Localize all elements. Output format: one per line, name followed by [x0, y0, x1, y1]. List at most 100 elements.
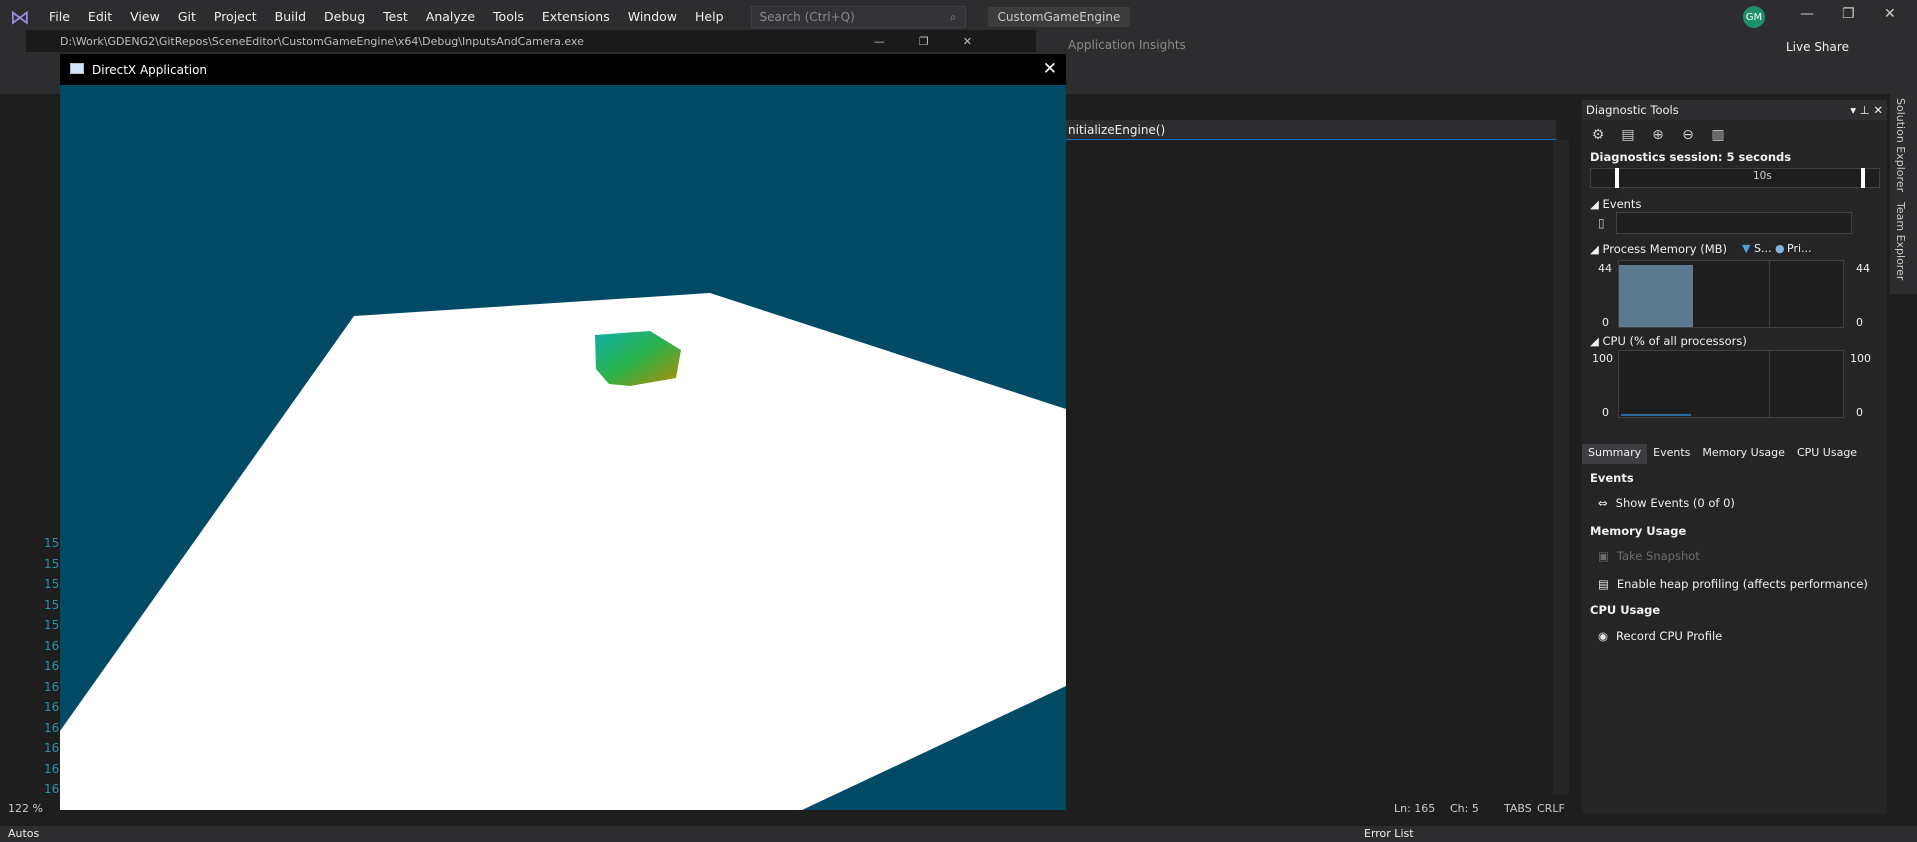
- cpu-min-label-right: 0: [1856, 406, 1863, 419]
- events-icon: ⇔: [1598, 496, 1608, 510]
- avatar[interactable]: GM: [1743, 6, 1765, 28]
- memory-chart[interactable]: [1618, 260, 1844, 328]
- tab-events[interactable]: Events: [1647, 444, 1696, 464]
- menu-window[interactable]: Window: [619, 0, 686, 34]
- menu-debug[interactable]: Debug: [315, 0, 374, 34]
- line-number: 16: [44, 679, 60, 694]
- events-track[interactable]: [1616, 212, 1852, 234]
- diagnostic-toolbar: ⚙ ▤ ⊕ ⊖ ▥: [1582, 122, 1887, 148]
- line-number: 15: [44, 536, 60, 550]
- status-column: Ch: 5: [1450, 802, 1479, 815]
- directx-window[interactable]: DirectX Application ✕: [60, 54, 1066, 810]
- vertical-tool-tabs: Solution Explorer Team Explorer: [1890, 94, 1917, 294]
- line-number: 16: [44, 761, 60, 776]
- member-navigation-dropdown[interactable]: nitializeEngine(): [1066, 120, 1556, 140]
- error-list-panel-title[interactable]: Error List: [1364, 827, 1414, 840]
- menu-analyze[interactable]: Analyze: [417, 0, 484, 34]
- timeline-start-handle[interactable]: [1615, 168, 1619, 188]
- minimize-icon[interactable]: —: [1800, 6, 1814, 22]
- heap-profiling-button[interactable]: ▤ Enable heap profiling (affects perform…: [1598, 577, 1868, 591]
- search-input[interactable]: Search (Ctrl+Q) ⌕: [750, 6, 966, 28]
- application-insights-button[interactable]: Application Insights: [1068, 38, 1186, 52]
- search-placeholder: Search (Ctrl+Q): [759, 10, 855, 24]
- console-window-controls-icon[interactable]: —❐✕: [874, 35, 1006, 48]
- menu-build[interactable]: Build: [266, 0, 315, 34]
- take-snapshot-label: Take Snapshot: [1616, 549, 1700, 563]
- menu-git[interactable]: Git: [169, 0, 205, 34]
- timeline-ruler[interactable]: 10s: [1590, 168, 1880, 188]
- maximize-icon[interactable]: ❐: [1842, 6, 1855, 22]
- memory-max-label: 44: [1598, 262, 1612, 275]
- zoom-level[interactable]: 122 %: [8, 802, 43, 815]
- memory-legend-snapshot: S...: [1754, 242, 1772, 255]
- code-editor[interactable]: [1066, 94, 1569, 814]
- status-indent[interactable]: TABS: [1504, 802, 1532, 815]
- memory-private-legend-icon: ●: [1775, 242, 1785, 255]
- settings-icon[interactable]: ⚙: [1588, 125, 1608, 145]
- summary-memory-heading: Memory Usage: [1590, 524, 1687, 538]
- cpu-max-label-right: 100: [1850, 352, 1871, 365]
- tab-cpu-usage[interactable]: CPU Usage: [1791, 444, 1863, 464]
- show-events-label: Show Events (0 of 0): [1615, 496, 1735, 510]
- tab-team-explorer[interactable]: Team Explorer: [1894, 202, 1907, 280]
- menu-extensions[interactable]: Extensions: [533, 0, 619, 34]
- memory-snapshot-legend-icon: ▼: [1742, 242, 1751, 255]
- menu-edit[interactable]: Edit: [79, 0, 121, 34]
- live-share-button[interactable]: Live Share: [1786, 40, 1849, 54]
- session-duration: Diagnostics session: 5 seconds: [1590, 150, 1792, 164]
- console-window-titlebar[interactable]: D:\Work\GDENG2\GitRepos\SceneEditor\Cust…: [26, 30, 1036, 52]
- record-icon: ◉: [1598, 629, 1609, 643]
- line-number: 16: [44, 659, 60, 673]
- record-cpu-label: Record CPU Profile: [1616, 629, 1723, 643]
- events-track-label[interactable]: ◢ Events: [1590, 197, 1641, 211]
- line-number: 15: [44, 556, 60, 571]
- memory-min-label: 0: [1602, 316, 1609, 329]
- menu-tools[interactable]: Tools: [484, 0, 533, 34]
- take-snapshot-button[interactable]: ▣ Take Snapshot: [1598, 549, 1700, 563]
- line-number: 15: [44, 618, 60, 632]
- close-icon[interactable]: ✕: [1884, 6, 1896, 22]
- process-memory-label[interactable]: ◢ Process Memory (MB): [1590, 242, 1727, 256]
- save-icon[interactable]: ▤: [1618, 125, 1638, 145]
- tab-solution-explorer[interactable]: Solution Explorer: [1894, 98, 1907, 192]
- line-number: 16: [44, 638, 60, 653]
- menu-test[interactable]: Test: [374, 0, 417, 34]
- line-number: 15: [44, 597, 60, 612]
- zoom-out-icon[interactable]: ⊖: [1678, 125, 1698, 145]
- menu-project[interactable]: Project: [205, 0, 266, 34]
- zoom-in-icon[interactable]: ⊕: [1648, 125, 1668, 145]
- memory-max-label-right: 44: [1856, 262, 1870, 275]
- console-path: D:\Work\GDENG2\GitRepos\SceneEditor\Cust…: [60, 34, 584, 48]
- cpu-label[interactable]: ◢ CPU (% of all processors): [1590, 334, 1747, 348]
- autos-panel-title[interactable]: Autos: [8, 827, 39, 840]
- timeline-end-handle[interactable]: [1861, 168, 1865, 188]
- diagnostic-tools-header: Diagnostic Tools ▾ ⊥ ✕: [1582, 100, 1887, 120]
- heap-profiling-label: Enable heap profiling (affects performan…: [1616, 577, 1868, 591]
- directx-window-title: DirectX Application: [92, 62, 208, 77]
- line-number: 16: [44, 782, 60, 796]
- record-cpu-profile-button[interactable]: ◉ Record CPU Profile: [1598, 629, 1722, 643]
- cpu-chart[interactable]: [1618, 350, 1844, 418]
- tab-memory-usage[interactable]: Memory Usage: [1696, 444, 1791, 464]
- editor-scrollbar[interactable]: [1553, 140, 1569, 795]
- tab-summary[interactable]: Summary: [1582, 444, 1648, 464]
- app-window-icon: [70, 63, 84, 74]
- status-line-ending[interactable]: CRLF: [1537, 802, 1565, 815]
- menu-file[interactable]: File: [40, 0, 79, 34]
- directx-titlebar[interactable]: DirectX Application ✕: [60, 54, 1066, 85]
- menu-view[interactable]: View: [121, 0, 169, 34]
- heap-icon: ▤: [1598, 577, 1609, 591]
- menu-help[interactable]: Help: [686, 0, 733, 34]
- close-icon[interactable]: ✕: [1043, 59, 1057, 79]
- line-number: 16: [44, 741, 60, 755]
- render-viewport[interactable]: [60, 85, 1066, 810]
- pause-icon[interactable]: ▯: [1598, 216, 1605, 230]
- line-number: 16: [44, 700, 60, 714]
- panel-controls-icon[interactable]: ▾ ⊥ ✕: [1850, 103, 1883, 117]
- search-icon: ⌕: [949, 9, 957, 24]
- cpu-max-label: 100: [1592, 352, 1613, 365]
- memory-legend-private: Pri...: [1787, 242, 1812, 255]
- show-events-link[interactable]: ⇔ Show Events (0 of 0): [1598, 496, 1735, 510]
- chart-view-icon[interactable]: ▥: [1708, 125, 1728, 145]
- memory-gridline: [1769, 261, 1770, 327]
